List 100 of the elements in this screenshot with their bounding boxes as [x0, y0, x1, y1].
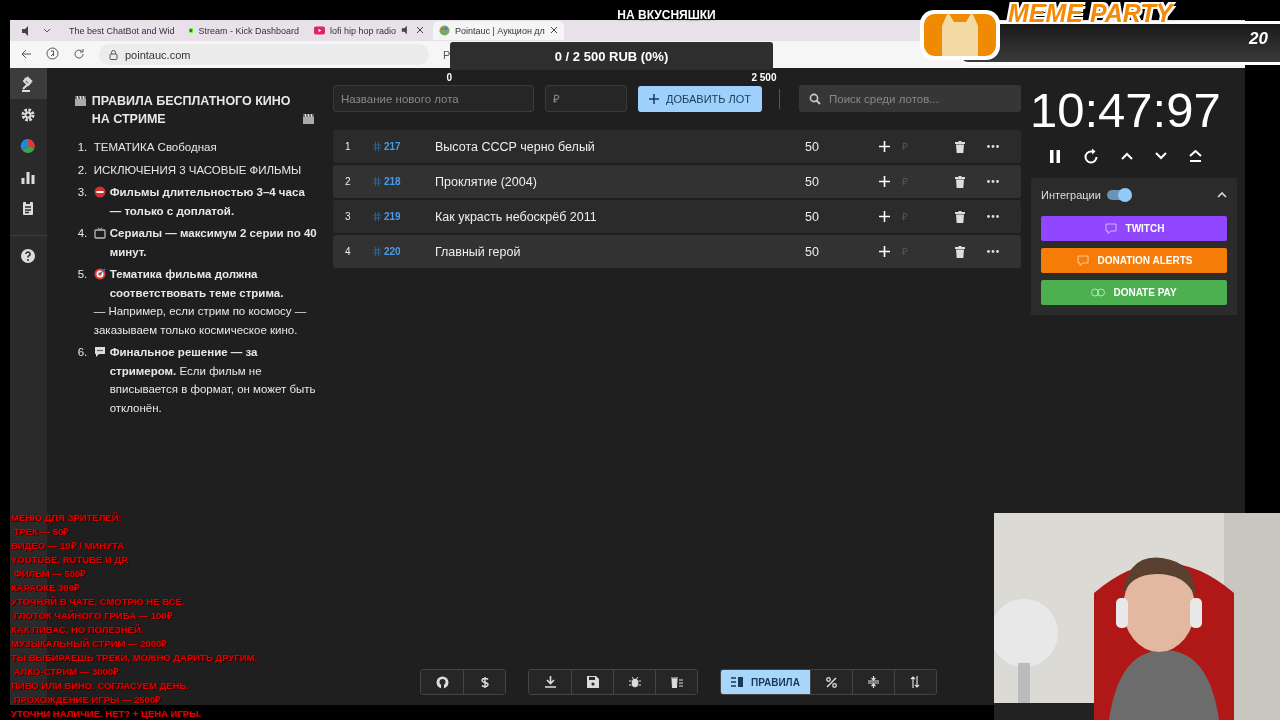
scale-max: 2 500 — [751, 72, 777, 83]
trash-icon[interactable] — [955, 210, 965, 223]
browser-logo-icon[interactable] — [46, 47, 59, 62]
bug-icon[interactable] — [613, 670, 655, 694]
more-icon[interactable] — [987, 145, 999, 148]
url-text: pointauc.com — [125, 48, 191, 61]
clapperboard-icon — [74, 95, 86, 106]
list-number: 2. — [77, 162, 89, 178]
hash-icon — [373, 212, 381, 221]
add-icon[interactable] — [879, 176, 890, 187]
chevron-up-icon[interactable] — [1217, 192, 1227, 198]
add-icon[interactable] — [879, 246, 890, 257]
pause-icon[interactable] — [1049, 149, 1061, 163]
browser-tab[interactable]: lofi hip hop radio — [308, 21, 430, 40]
menu-line: УТОЧНЯЙ В ЧАТЕ, СМОТРЮ НЕ ВСЁ. — [11, 595, 186, 609]
bid-field[interactable]: ₽ — [902, 141, 950, 152]
hash-icon — [373, 177, 381, 186]
dollar-icon[interactable] — [463, 670, 505, 694]
more-icon[interactable] — [987, 215, 999, 218]
sort-icon[interactable] — [893, 670, 936, 694]
list-number: 1. — [77, 140, 89, 155]
double-chevron-up-icon[interactable] — [1189, 150, 1202, 162]
lot-name-field[interactable]: Название нового лота — [333, 85, 534, 112]
rule-text: Финальное решение — за стримером. Если фильм не вписывается в формат, он может быть отклонён. — [109, 345, 317, 416]
close-icon[interactable] — [416, 25, 424, 36]
lot-id: 217 — [384, 141, 401, 152]
address-bar[interactable]: pointauc.com — [99, 44, 429, 65]
no-entry-icon — [93, 186, 106, 198]
rule-text: Тематика фильма должна соответствовать теме стрима. — [109, 267, 285, 301]
amount-field[interactable]: ₽ — [545, 85, 627, 112]
rule-text: ТЕМАТИКА Свободная — [93, 140, 217, 155]
reload-icon[interactable] — [73, 47, 85, 62]
menu-line: МУЗЫКАЛЬНЫЙ СТРИМ — 2000₽ — [11, 637, 169, 651]
menu-line: ТРЕК — 50₽ — [12, 525, 71, 539]
save-icon[interactable] — [571, 670, 613, 694]
lot-amount: 50 — [805, 174, 820, 189]
rule-text: Сериалы — максимум 2 серии по 40 минут. — [109, 226, 318, 260]
add-lot-button[interactable]: ДОБАВИТЬ ЛОТ — [638, 85, 763, 112]
k-logo-icon — [189, 25, 194, 36]
more-icon[interactable] — [987, 180, 999, 183]
github-icon[interactable] — [421, 670, 463, 694]
speech-bubble-icon — [93, 346, 106, 358]
goal-progress-text: 0 / 2 500 RUB (0%) — [554, 48, 669, 64]
lock-icon — [109, 49, 118, 60]
row-number: 4 — [345, 246, 352, 257]
browser-tab[interactable]: Stream - Kick Dashboard — [183, 21, 305, 40]
compress-icon[interactable] — [851, 670, 894, 694]
lot-id: 219 — [384, 211, 401, 222]
menu-line: YOUTUBE, RUTUBE И ДР. — [11, 553, 130, 567]
list-number: 5. — [77, 267, 89, 282]
chat-icon — [1103, 223, 1118, 234]
rules-button[interactable]: ПРАВИЛА — [721, 670, 810, 694]
menu-line: ПРОХОЖДЕНИЕ ИГРЫ — 2500₽ — [12, 693, 163, 707]
row-number: 1 — [345, 141, 352, 152]
add-icon[interactable] — [879, 211, 890, 222]
lot-name: Главный герой — [435, 244, 522, 259]
menu-line: ПИВО ИЛИ ВИНО. СОГЛАСУЕМ ДЕНЬ. — [11, 679, 190, 693]
trash-icon[interactable] — [955, 175, 965, 188]
bid-field[interactable]: ₽ — [902, 211, 950, 222]
menu-line: МЕНЮ ДЛЯ ЗРИТЕЛЕЙ: — [11, 511, 123, 525]
restart-icon[interactable] — [1083, 148, 1099, 164]
close-icon[interactable] — [549, 25, 558, 36]
menu-line: ТЫ ВЫБИРАЕШЬ ТРЕКИ, МОЖНО ДАРИТЬ ДРУГИМ. — [11, 651, 258, 665]
more-icon[interactable] — [987, 250, 999, 253]
menu-line: АЛКО-СТРИМ — 3000₽ — [12, 665, 121, 679]
hash-icon — [373, 142, 381, 151]
list-number: 6. — [77, 345, 89, 360]
menu-line: УТОЧНИ НАЛИЧИЕ. НЕТ? + ЦЕНА ИГРЫ. — [11, 707, 203, 720]
gavel-icon[interactable] — [10, 68, 47, 99]
toggle-switch[interactable] — [1106, 190, 1131, 200]
lot-amount: 50 — [805, 209, 820, 224]
browser-tab[interactable]: The best ChatBot and Wid — [58, 21, 180, 40]
lot-name: Высота СССР черно белый — [435, 139, 596, 154]
row-number: 3 — [345, 211, 352, 222]
browser-tab[interactable]: Pointauc | Аукцион дл — [433, 21, 564, 40]
bid-field[interactable]: ₽ — [902, 176, 950, 187]
add-icon[interactable] — [879, 141, 890, 152]
palette-icon — [439, 25, 450, 36]
integration-button[interactable]: TWITCH — [1041, 216, 1227, 241]
rule-text: ИСКЛЮЧЕНИЯ 3 ЧАСОВЫЕ ФИЛЬМЫ — [93, 162, 302, 178]
lot-id: 220 — [384, 246, 401, 257]
lot-id: 218 — [384, 176, 401, 187]
search-icon — [809, 93, 821, 105]
menu-line: ВИДЕО — 10₽ / МИНУТА — [11, 539, 126, 553]
target-icon — [93, 268, 106, 280]
overlay-count: 20 — [1249, 29, 1268, 49]
delete-list-icon[interactable] — [655, 670, 697, 694]
list-number: 4. — [77, 226, 89, 241]
chevron-down-icon[interactable] — [1155, 152, 1167, 160]
overlay-title: MEME PARTY — [1008, 0, 1173, 28]
trash-icon[interactable] — [955, 245, 965, 258]
search-field[interactable]: Поиск среди лотов... — [799, 85, 1021, 112]
rule-text: Фильмы длительностью 3–4 часа — только с доплатой. — [109, 185, 306, 219]
columns-icon — [731, 677, 743, 687]
trash-icon[interactable] — [955, 140, 965, 153]
percent-icon[interactable] — [809, 670, 852, 694]
bid-field[interactable]: ₽ — [902, 246, 950, 257]
timer-display: 10:47:97 — [1030, 82, 1221, 138]
download-icon[interactable] — [529, 670, 571, 694]
integrations-label: Интеграции — [1041, 189, 1101, 201]
